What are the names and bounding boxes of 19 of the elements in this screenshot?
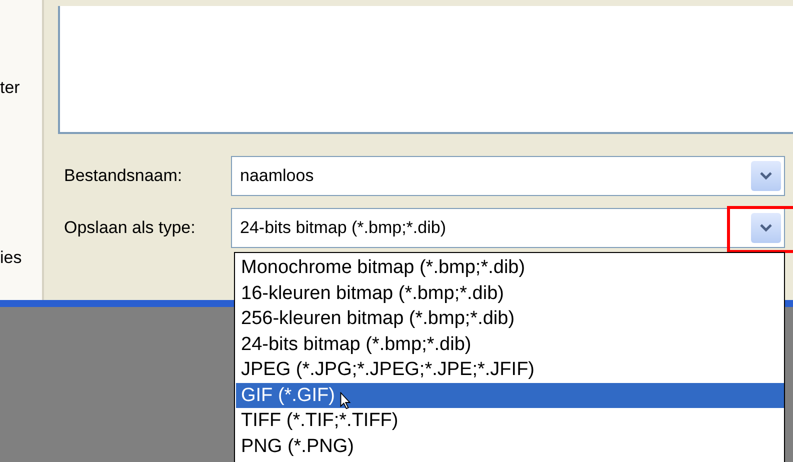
dropdown-option[interactable]: JPEG (*.JPG;*.JPEG;*.JPE;*.JFIF) bbox=[236, 357, 784, 382]
dropdown-option[interactable]: GIF (*.GIF) bbox=[236, 382, 784, 408]
combo-box[interactable]: 24-bits bitmap (*.bmp;*.dib) bbox=[231, 208, 785, 248]
dropdown-option[interactable]: PNG (*.PNG) bbox=[236, 434, 784, 459]
dropdown-option[interactable]: 16-kleuren bitmap (*.bmp;*.dib) bbox=[236, 280, 784, 306]
dropdown-option[interactable]: Monochrome bitmap (*.bmp;*.dib) bbox=[236, 255, 784, 280]
combo-box[interactable]: naamloos bbox=[231, 156, 785, 196]
dropdown-option[interactable]: TIFF (*.TIF;*.TIFF) bbox=[236, 408, 784, 434]
mouse-cursor-icon bbox=[340, 392, 352, 410]
field-label: Opslaan als type: bbox=[64, 218, 196, 238]
sidebar-item[interactable]: ies bbox=[0, 248, 42, 268]
dropdown-button[interactable] bbox=[751, 213, 781, 243]
chevron-down-icon bbox=[760, 172, 772, 180]
dropdown-option[interactable]: 24-bits bitmap (*.bmp;*.dib) bbox=[236, 332, 784, 357]
dropdown-button[interactable] bbox=[751, 161, 781, 191]
sidebar-item[interactable]: ter bbox=[0, 78, 42, 98]
field-label: Bestandsnaam: bbox=[64, 166, 184, 186]
chevron-down-icon bbox=[760, 224, 772, 232]
dropdown-option[interactable]: 256-kleuren bitmap (*.bmp;*.dib) bbox=[236, 306, 784, 332]
